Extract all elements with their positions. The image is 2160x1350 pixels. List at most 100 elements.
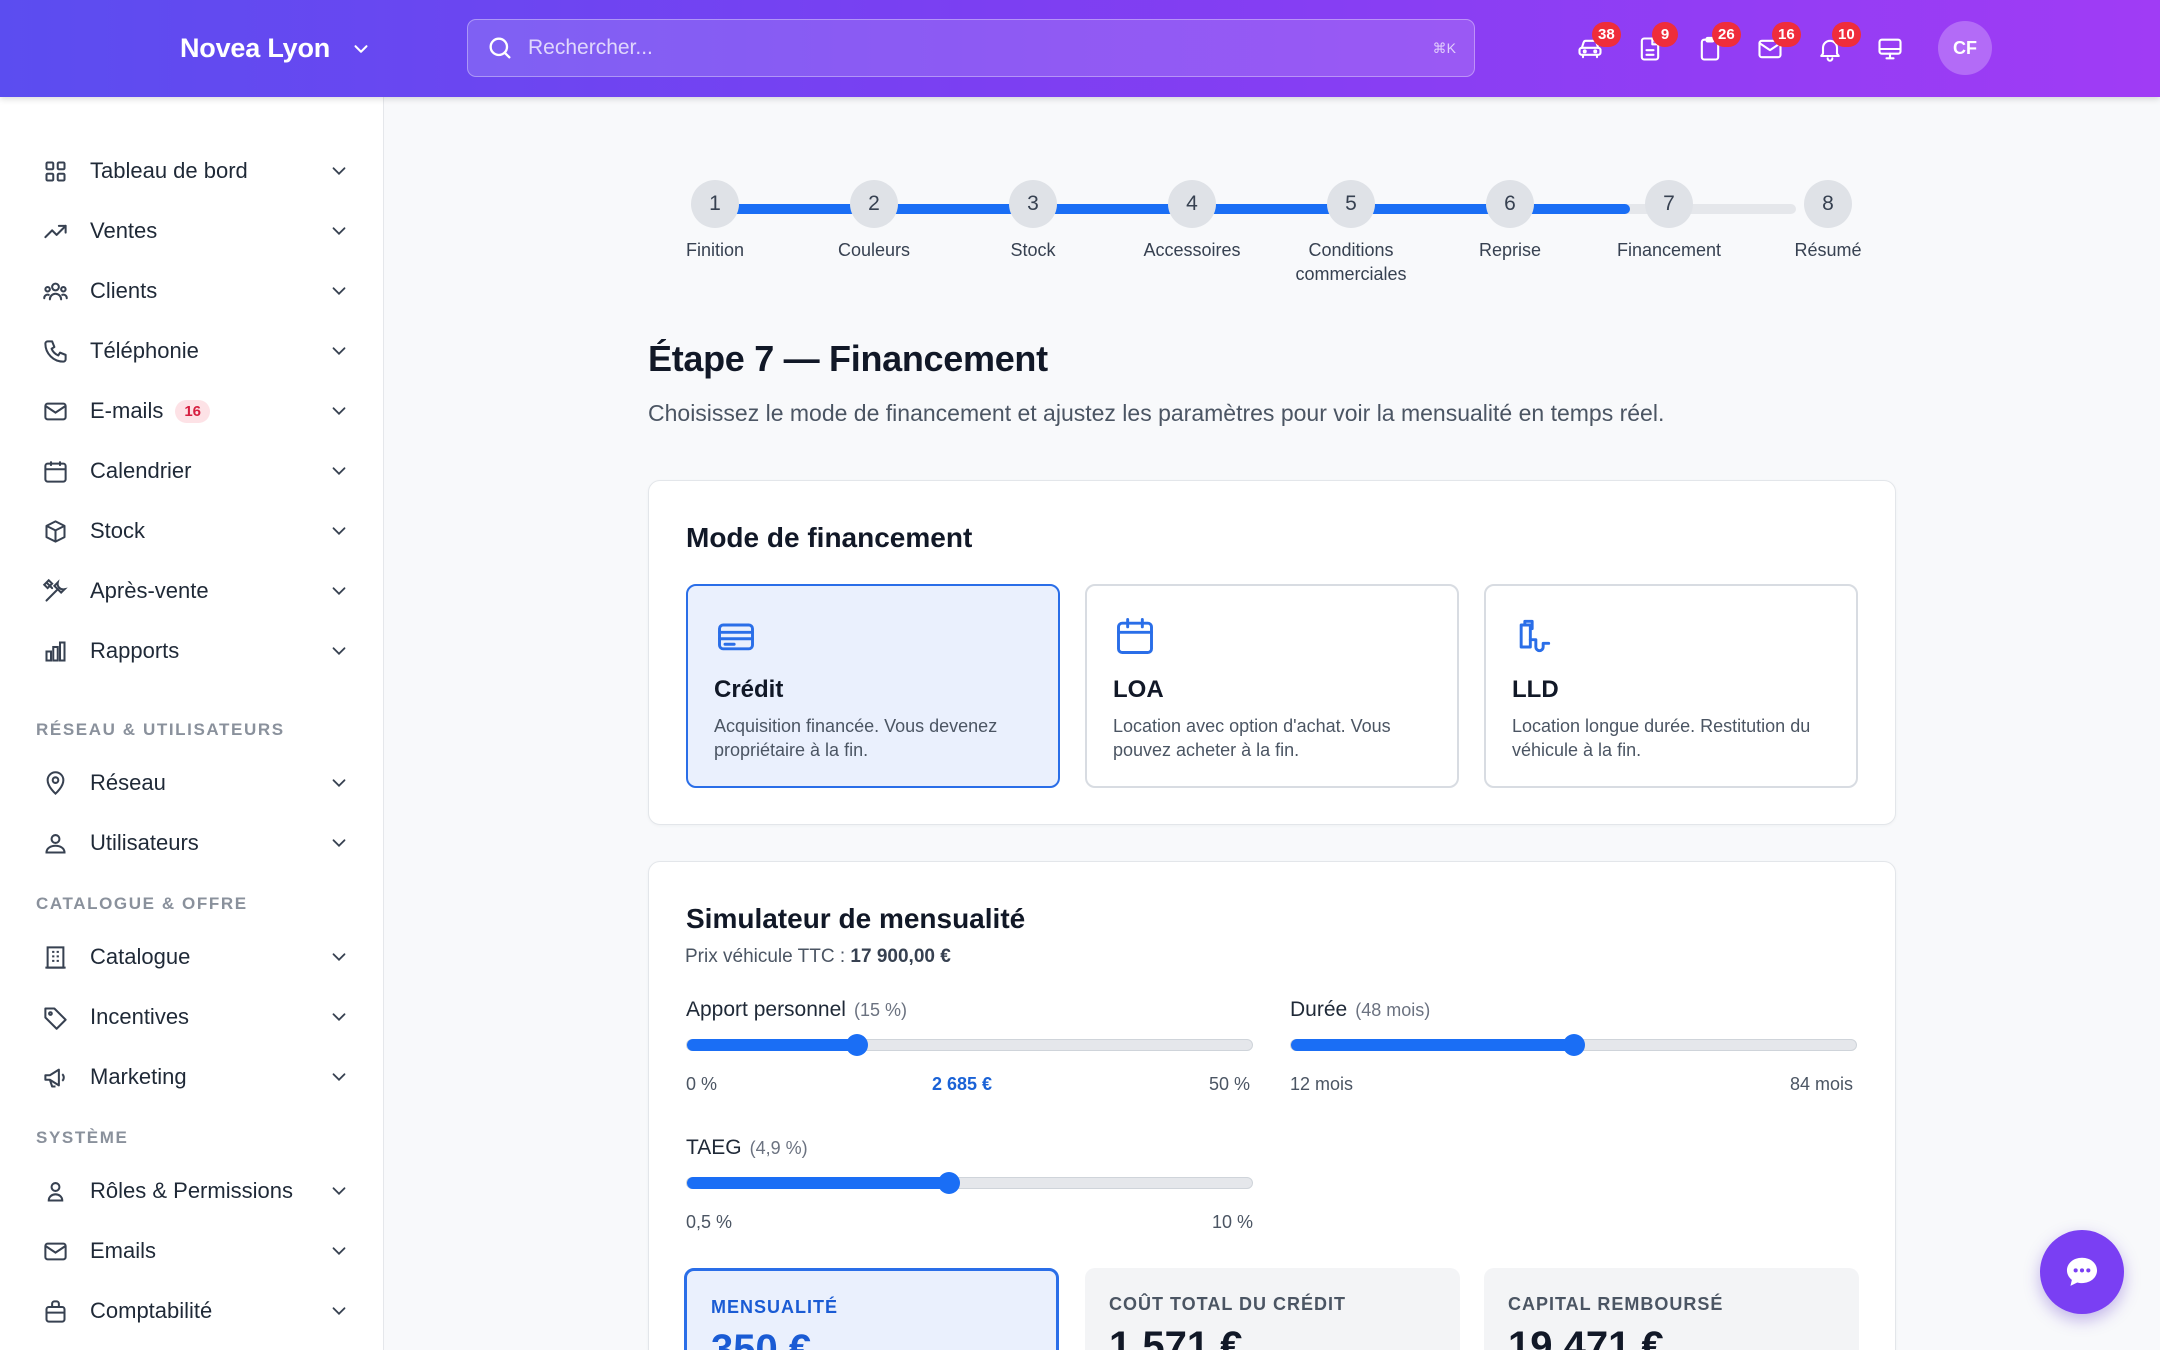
- simulator-title: Simulateur de mensualité: [686, 903, 1026, 934]
- chevron-down-icon: [332, 1073, 346, 1082]
- section-label-systeme: SYSTÈME: [36, 1128, 129, 1147]
- brand-switcher[interactable]: Novea Lyon: [180, 0, 372, 97]
- apport-label: Apport personnel (15 %): [686, 998, 907, 1022]
- chevron-down-icon: [332, 1013, 346, 1022]
- step-4[interactable]: 4 Accessoires: [1112, 180, 1272, 262]
- sidebar-item-label: Ventes: [90, 218, 158, 243]
- sidebar-item-telephonie[interactable]: Téléphonie: [40, 328, 350, 374]
- step-1[interactable]: 1 Finition: [635, 180, 795, 262]
- documents-button[interactable]: 9: [1620, 19, 1680, 79]
- step-6[interactable]: 6 Reprise: [1430, 180, 1590, 262]
- sidebar-item-label: Stock: [90, 518, 146, 543]
- calendar-icon: [1117, 618, 1153, 654]
- tasks-button[interactable]: 26: [1680, 19, 1741, 79]
- tag-icon: [40, 1002, 70, 1032]
- top-header: Novea Lyon ⌘K 38 9 26 16 10 CF: [0, 0, 2160, 97]
- search-shortcut: ⌘K: [1432, 39, 1456, 56]
- vehicle-price: Prix véhicule TTC : 17 900,00 €: [685, 946, 951, 968]
- search-bar[interactable]: ⌘K: [467, 19, 1475, 77]
- grid-icon: [40, 156, 70, 186]
- mode-description: Location longue durée. Restitution du vé…: [1512, 716, 1811, 760]
- taeg-slider[interactable]: [686, 1172, 1253, 1194]
- sidebar-item-apres-vente[interactable]: Après-vente: [40, 568, 350, 614]
- taeg-label-text: TAEG: [686, 1136, 742, 1159]
- avatar[interactable]: CF: [1938, 21, 1992, 75]
- apport-slider[interactable]: [686, 1034, 1253, 1056]
- section-label-reseau: RÉSEAU & UTILISATEURS: [36, 720, 285, 739]
- sidebar-item-incentives[interactable]: Incentives: [40, 994, 350, 1040]
- step-number: 7: [1645, 180, 1693, 228]
- duree-slider[interactable]: [1290, 1034, 1857, 1056]
- sidebar-item-ventes[interactable]: Ventes: [40, 208, 350, 254]
- sidebar-item-emails[interactable]: E-mails 16: [40, 388, 350, 434]
- step-number: 6: [1486, 180, 1534, 228]
- chevron-down-icon: [332, 467, 346, 476]
- sidebar-item-calendrier[interactable]: Calendrier: [40, 448, 350, 494]
- step-2[interactable]: 2 Couleurs: [794, 180, 954, 262]
- sidebar-item-rapports[interactable]: Rapports: [40, 628, 350, 674]
- sidebar-item-catalogue[interactable]: Catalogue: [40, 934, 350, 980]
- car-button[interactable]: 38: [1560, 19, 1621, 79]
- chevron-down-icon: [332, 953, 346, 962]
- chevron-down-icon: [332, 1247, 346, 1256]
- mode-description: Acquisition financée. Vous devenez propr…: [714, 716, 998, 760]
- users-icon: [40, 276, 70, 306]
- step-7[interactable]: 7 Financement: [1589, 180, 1749, 262]
- apport-label-text: Apport personnel: [686, 998, 846, 1021]
- sidebar-item-label: Tableau de bord: [90, 158, 248, 183]
- mode-option-loa[interactable]: LOA Location avec option d'achat. Vous p…: [1085, 584, 1459, 788]
- mode-option-lld[interactable]: LLD Location longue durée. Restitution d…: [1484, 584, 1858, 788]
- sidebar-item-label: E-mails: [90, 398, 164, 423]
- chevron-down-icon: [332, 407, 346, 416]
- chevron-down-icon: [332, 227, 346, 236]
- sidebar-item-utilisateurs[interactable]: Utilisateurs: [40, 820, 350, 866]
- sidebar-item-tableau-de-bord[interactable]: Tableau de bord: [40, 148, 350, 194]
- sidebar-item-reseau[interactable]: Réseau: [40, 760, 350, 806]
- sidebar-item-roles[interactable]: Rôles & Permissions: [40, 1168, 350, 1214]
- sidebar-item-comptabilite[interactable]: Comptabilité: [40, 1288, 350, 1334]
- kpi-label: CAPITAL REMBOURSÉ: [1508, 1294, 1724, 1314]
- notifications-button[interactable]: 10: [1800, 19, 1861, 79]
- sidebar-item-stock[interactable]: Stock: [40, 508, 350, 554]
- sidebar-item-emails-system[interactable]: Emails: [40, 1228, 350, 1274]
- sidebar: Tableau de bord Ventes Clients Téléphoni…: [0, 97, 384, 1350]
- step-number: 1: [691, 180, 739, 228]
- megaphone-icon: [40, 1062, 70, 1092]
- mail-button[interactable]: 16: [1740, 19, 1801, 79]
- step-3[interactable]: 3 Stock: [953, 180, 1113, 262]
- sidebar-item-label: Incentives: [90, 1004, 190, 1029]
- chat-button[interactable]: [2040, 1230, 2124, 1314]
- taeg-min: 0,5 %: [686, 1212, 733, 1232]
- chevron-down-icon: [332, 167, 346, 176]
- step-5[interactable]: 5 Conditions commerciales: [1271, 180, 1431, 286]
- slider-thumb[interactable]: [937, 1172, 960, 1194]
- mode-option-credit[interactable]: Crédit Acquisition financée. Vous devene…: [686, 584, 1060, 788]
- chevron-down-icon: [332, 587, 346, 596]
- display-button[interactable]: [1860, 19, 1920, 79]
- kpi-label: COÛT TOTAL DU CRÉDIT: [1109, 1294, 1346, 1314]
- brand-name: Novea Lyon: [180, 33, 331, 63]
- taeg-max: 10 %: [1212, 1212, 1254, 1232]
- section-label-catalogue: CATALOGUE & OFFRE: [36, 894, 248, 913]
- sidebar-item-label: Clients: [90, 278, 158, 303]
- building-icon: [40, 942, 70, 972]
- bar-chart-icon: [40, 636, 70, 666]
- vehicle-price-label: Prix véhicule TTC :: [685, 946, 846, 967]
- kpi-value: 1 571 €: [1109, 1324, 1243, 1350]
- slider-thumb[interactable]: [845, 1034, 868, 1056]
- duree-hint: (48 mois): [1355, 1000, 1431, 1020]
- slider-thumb[interactable]: [1562, 1034, 1585, 1056]
- sidebar-item-label: Après-vente: [90, 578, 209, 603]
- step-number: 8: [1804, 180, 1852, 228]
- sidebar-item-marketing[interactable]: Marketing: [40, 1054, 350, 1100]
- step-8[interactable]: 8 Résumé: [1748, 180, 1908, 262]
- phone-icon: [40, 336, 70, 366]
- search-input[interactable]: [528, 36, 1433, 60]
- sidebar-item-label: Marketing: [90, 1064, 187, 1089]
- sidebar-item-label: Réseau: [90, 770, 166, 795]
- chevron-down-icon: [354, 44, 368, 53]
- sidebar-item-clients[interactable]: Clients: [40, 268, 350, 314]
- notification-badge: 38: [1592, 21, 1621, 47]
- notification-badge: 10: [1832, 21, 1861, 47]
- mode-title: Crédit: [714, 676, 784, 703]
